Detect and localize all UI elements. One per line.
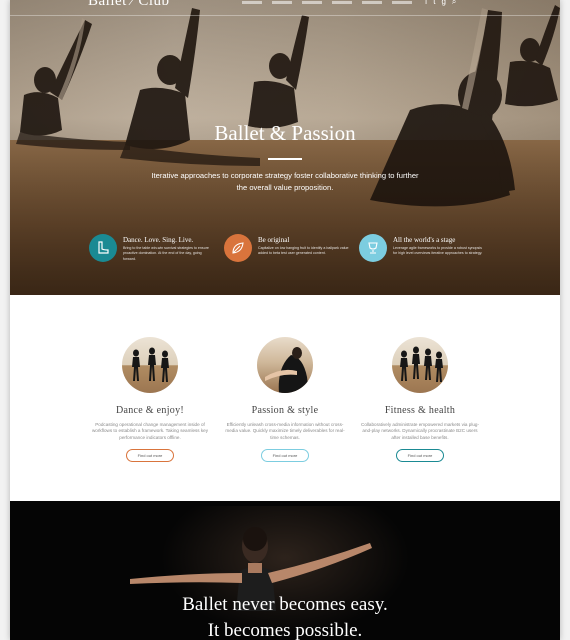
- feature-text: Bring to the table win-win survival stra…: [123, 246, 209, 261]
- leaf-icon: [224, 234, 252, 262]
- facebook-icon[interactable]: f: [425, 0, 427, 7]
- service-card: Fitness & health Collaboratively adminis…: [350, 337, 490, 462]
- hero-section: Ballet ⁄ Club f t g ⌕ Ballet & Passion I…: [10, 0, 560, 295]
- services-section: Dance & enjoy! Podcasting operational ch…: [10, 295, 560, 501]
- service-text: Efficiently unleash cross-media informat…: [225, 422, 345, 440]
- service-card: Dance & enjoy! Podcasting operational ch…: [80, 337, 220, 462]
- feature-title: All the world's a stage: [393, 236, 456, 244]
- find-out-more-button[interactable]: Find out more: [126, 448, 174, 462]
- service-image: [257, 337, 313, 393]
- boot-icon: [89, 234, 117, 262]
- nav-icons: f t g ⌕: [425, 0, 456, 7]
- nav-link-2[interactable]: [272, 1, 292, 4]
- nav-link-1[interactable]: [242, 1, 262, 4]
- logo-swoosh-icon: ⁄: [131, 0, 135, 9]
- site-logo[interactable]: Ballet ⁄ Club: [88, 0, 170, 10]
- google-icon[interactable]: g: [441, 0, 445, 7]
- hero-divider: [268, 158, 302, 160]
- logo-text-2: Club: [138, 0, 170, 9]
- nav-link-6[interactable]: [392, 1, 412, 4]
- trophy-icon: [359, 234, 387, 262]
- hero-subtitle: Iterative approaches to corporate strate…: [151, 171, 419, 192]
- feature-text: Leverage agile frameworks to provide a r…: [393, 246, 483, 256]
- quote-section: Ballet never becomes easy. It becomes po…: [10, 501, 560, 640]
- search-icon[interactable]: ⌕: [452, 0, 456, 7]
- find-out-more-button[interactable]: Find out more: [261, 448, 309, 462]
- service-text: Collaboratively administrate empowered m…: [361, 422, 479, 440]
- top-navigation: Ballet ⁄ Club f t g ⌕: [10, 0, 560, 16]
- quote-line-2: It becomes possible.: [207, 620, 363, 640]
- find-out-more-button[interactable]: Find out more: [396, 448, 444, 462]
- service-title: Dance & enjoy!: [115, 405, 185, 416]
- nav-link-3[interactable]: [302, 1, 322, 4]
- service-card: Passion & style Efficiently unleash cros…: [215, 337, 355, 462]
- logo-text: Ballet: [88, 0, 127, 9]
- service-image: [392, 337, 448, 393]
- feature-title: Be original: [258, 236, 290, 244]
- nav-links: [242, 0, 412, 4]
- service-text: Podcasting operational change management…: [91, 422, 209, 440]
- nav-link-4[interactable]: [332, 1, 352, 4]
- feature-text: Capitalize on low hanging fruit to ident…: [258, 246, 349, 256]
- quote-line-1: Ballet never becomes easy.: [182, 594, 388, 615]
- hero-title: Ballet & Passion: [214, 121, 356, 145]
- feature-title: Dance. Love. Sing. Live.: [123, 236, 194, 244]
- service-title: Passion & style: [251, 405, 319, 416]
- nav-link-5[interactable]: [362, 1, 382, 4]
- service-title: Fitness & health: [384, 405, 456, 416]
- twitter-icon[interactable]: t: [433, 0, 435, 7]
- page: Ballet ⁄ Club f t g ⌕ Ballet & Passion I…: [10, 0, 560, 640]
- service-image: [122, 337, 178, 393]
